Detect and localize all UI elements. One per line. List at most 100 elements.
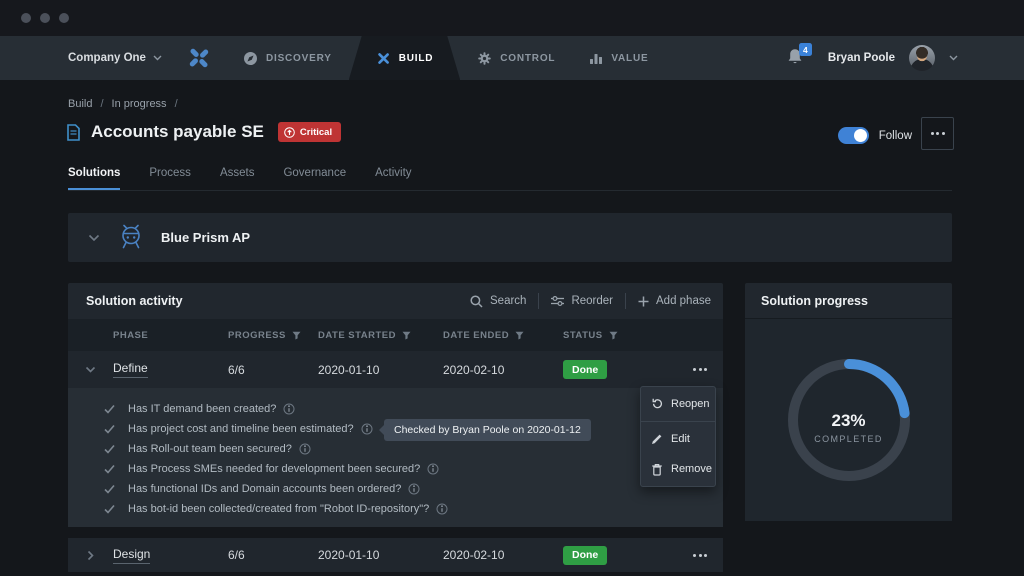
document-icon	[66, 124, 81, 141]
nav-tab-label: DISCOVERY	[266, 53, 332, 64]
progress-caption: COMPLETED	[745, 434, 952, 444]
window-dot-icon	[59, 13, 69, 23]
checkmark-icon[interactable]	[104, 424, 118, 434]
page-more-button[interactable]	[921, 117, 954, 150]
row-menu-button[interactable]	[691, 550, 709, 561]
info-icon[interactable]	[361, 423, 373, 435]
menu-item-reopen[interactable]: Reopen	[641, 389, 715, 419]
divider	[68, 190, 952, 191]
nav-tab-label: CONTROL	[500, 53, 555, 64]
menu-item-edit[interactable]: Edit	[641, 424, 715, 454]
divider	[538, 293, 539, 309]
date-started-cell: 2020-01-10	[318, 548, 443, 562]
phase-checklist: Has IT demand been created? Has project …	[68, 388, 723, 527]
compass-icon	[243, 51, 258, 66]
menu-label: Remove	[671, 463, 712, 475]
checklist-text: Has functional IDs and Domain accounts b…	[128, 483, 401, 495]
search-icon	[470, 295, 483, 308]
window-chrome	[0, 0, 1024, 36]
info-icon[interactable]	[299, 443, 311, 455]
phase-link[interactable]: Define	[113, 361, 148, 378]
column-phase: PHASE	[113, 330, 148, 341]
table-header: PHASE PROGRESS DATE STARTED DATE ENDED S…	[68, 319, 723, 351]
breadcrumb-build[interactable]: Build	[68, 98, 92, 110]
menu-item-remove[interactable]: Remove	[641, 454, 715, 484]
checkmark-icon[interactable]	[104, 404, 118, 414]
nav-tab-label: BUILD	[399, 53, 434, 64]
progress-percent: 23%	[745, 411, 952, 431]
page-title: Accounts payable SE	[91, 122, 264, 142]
tab-activity[interactable]: Activity	[375, 167, 411, 183]
checklist-text: Has project cost and timeline been estim…	[128, 423, 354, 435]
status-badge-done: Done	[563, 360, 607, 379]
checklist-text: Has IT demand been created?	[128, 403, 276, 415]
divider	[625, 293, 626, 309]
nav-tab-control[interactable]: CONTROL	[460, 36, 572, 80]
solution-group-panel[interactable]: Blue Prism AP	[68, 213, 952, 262]
checklist-text: Has bot-id been collected/created from "…	[128, 503, 429, 515]
breadcrumb-separator: /	[175, 98, 178, 110]
filter-icon[interactable]	[609, 331, 618, 340]
notifications-button[interactable]: 4	[786, 47, 808, 69]
info-icon[interactable]	[283, 403, 295, 415]
nav-tab-discovery[interactable]: DISCOVERY	[226, 36, 349, 80]
search-button[interactable]: Search	[470, 295, 526, 308]
info-icon[interactable]	[408, 483, 420, 495]
checklist-item: Has bot-id been collected/created from "…	[68, 499, 723, 519]
solution-group-name: Blue Prism AP	[161, 230, 250, 245]
info-icon[interactable]	[436, 503, 448, 515]
user-name: Bryan Poole	[828, 52, 895, 64]
column-date-ended: DATE ENDED	[443, 330, 509, 341]
search-label: Search	[490, 295, 526, 307]
company-label: Company One	[68, 52, 146, 64]
date-started-cell: 2020-01-10	[318, 363, 443, 377]
page-tabs: Solutions Process Assets Governance Acti…	[68, 167, 412, 183]
nav-tab-build[interactable]: BUILD	[349, 36, 461, 80]
breadcrumb: Build / In progress /	[68, 98, 178, 110]
column-status: STATUS	[563, 330, 603, 341]
nav-tab-value[interactable]: VALUE	[572, 36, 665, 80]
panel-title: Solution activity	[86, 294, 183, 308]
plus-icon	[638, 296, 649, 307]
checkmark-icon[interactable]	[104, 484, 118, 494]
company-selector[interactable]: Company One	[68, 52, 162, 64]
tab-governance[interactable]: Governance	[283, 167, 346, 183]
follow-toggle[interactable]	[838, 127, 869, 144]
checkmark-icon[interactable]	[104, 444, 118, 454]
checkmark-icon[interactable]	[104, 464, 118, 474]
tab-assets[interactable]: Assets	[220, 167, 255, 183]
checklist-item: Has functional IDs and Domain accounts b…	[68, 479, 723, 499]
add-phase-button[interactable]: Add phase	[638, 295, 711, 307]
chevron-down-icon[interactable]	[88, 234, 100, 242]
tab-process[interactable]: Process	[149, 167, 191, 183]
reorder-icon	[551, 295, 564, 307]
checklist-item: Has IT demand been created?	[68, 399, 723, 419]
table-row: Design 6/6 2020-01-10 2020-02-10 Done	[68, 538, 723, 572]
row-menu-button[interactable]	[691, 364, 709, 375]
chevron-down-icon[interactable]	[949, 55, 958, 61]
section-gap	[68, 527, 723, 538]
phase-link[interactable]: Design	[113, 547, 150, 564]
avatar[interactable]	[909, 45, 935, 71]
checklist-text: Has Process SMEs needed for development …	[128, 463, 420, 475]
bar-chart-icon	[589, 51, 603, 65]
breadcrumb-in-progress[interactable]: In progress	[112, 98, 167, 110]
filter-icon[interactable]	[402, 331, 411, 340]
menu-label: Reopen	[671, 398, 710, 410]
row-context-menu: Reopen Edit Remove	[640, 386, 716, 487]
collapse-row-chevron-icon[interactable]	[85, 366, 96, 374]
trash-icon	[651, 463, 663, 476]
critical-label: Critical	[300, 127, 332, 138]
filter-icon[interactable]	[292, 331, 301, 340]
blue-prism-logo-icon[interactable]	[186, 45, 212, 71]
tab-solutions[interactable]: Solutions	[68, 167, 120, 183]
date-ended-cell: 2020-02-10	[443, 548, 563, 562]
status-badge-done: Done	[563, 546, 607, 565]
info-icon[interactable]	[427, 463, 439, 475]
expand-row-chevron-icon[interactable]	[87, 550, 95, 561]
pencil-icon	[651, 433, 663, 445]
filter-icon[interactable]	[515, 331, 524, 340]
checkmark-icon[interactable]	[104, 504, 118, 514]
reorder-button[interactable]: Reorder	[551, 295, 613, 307]
breadcrumb-separator: /	[100, 98, 103, 110]
